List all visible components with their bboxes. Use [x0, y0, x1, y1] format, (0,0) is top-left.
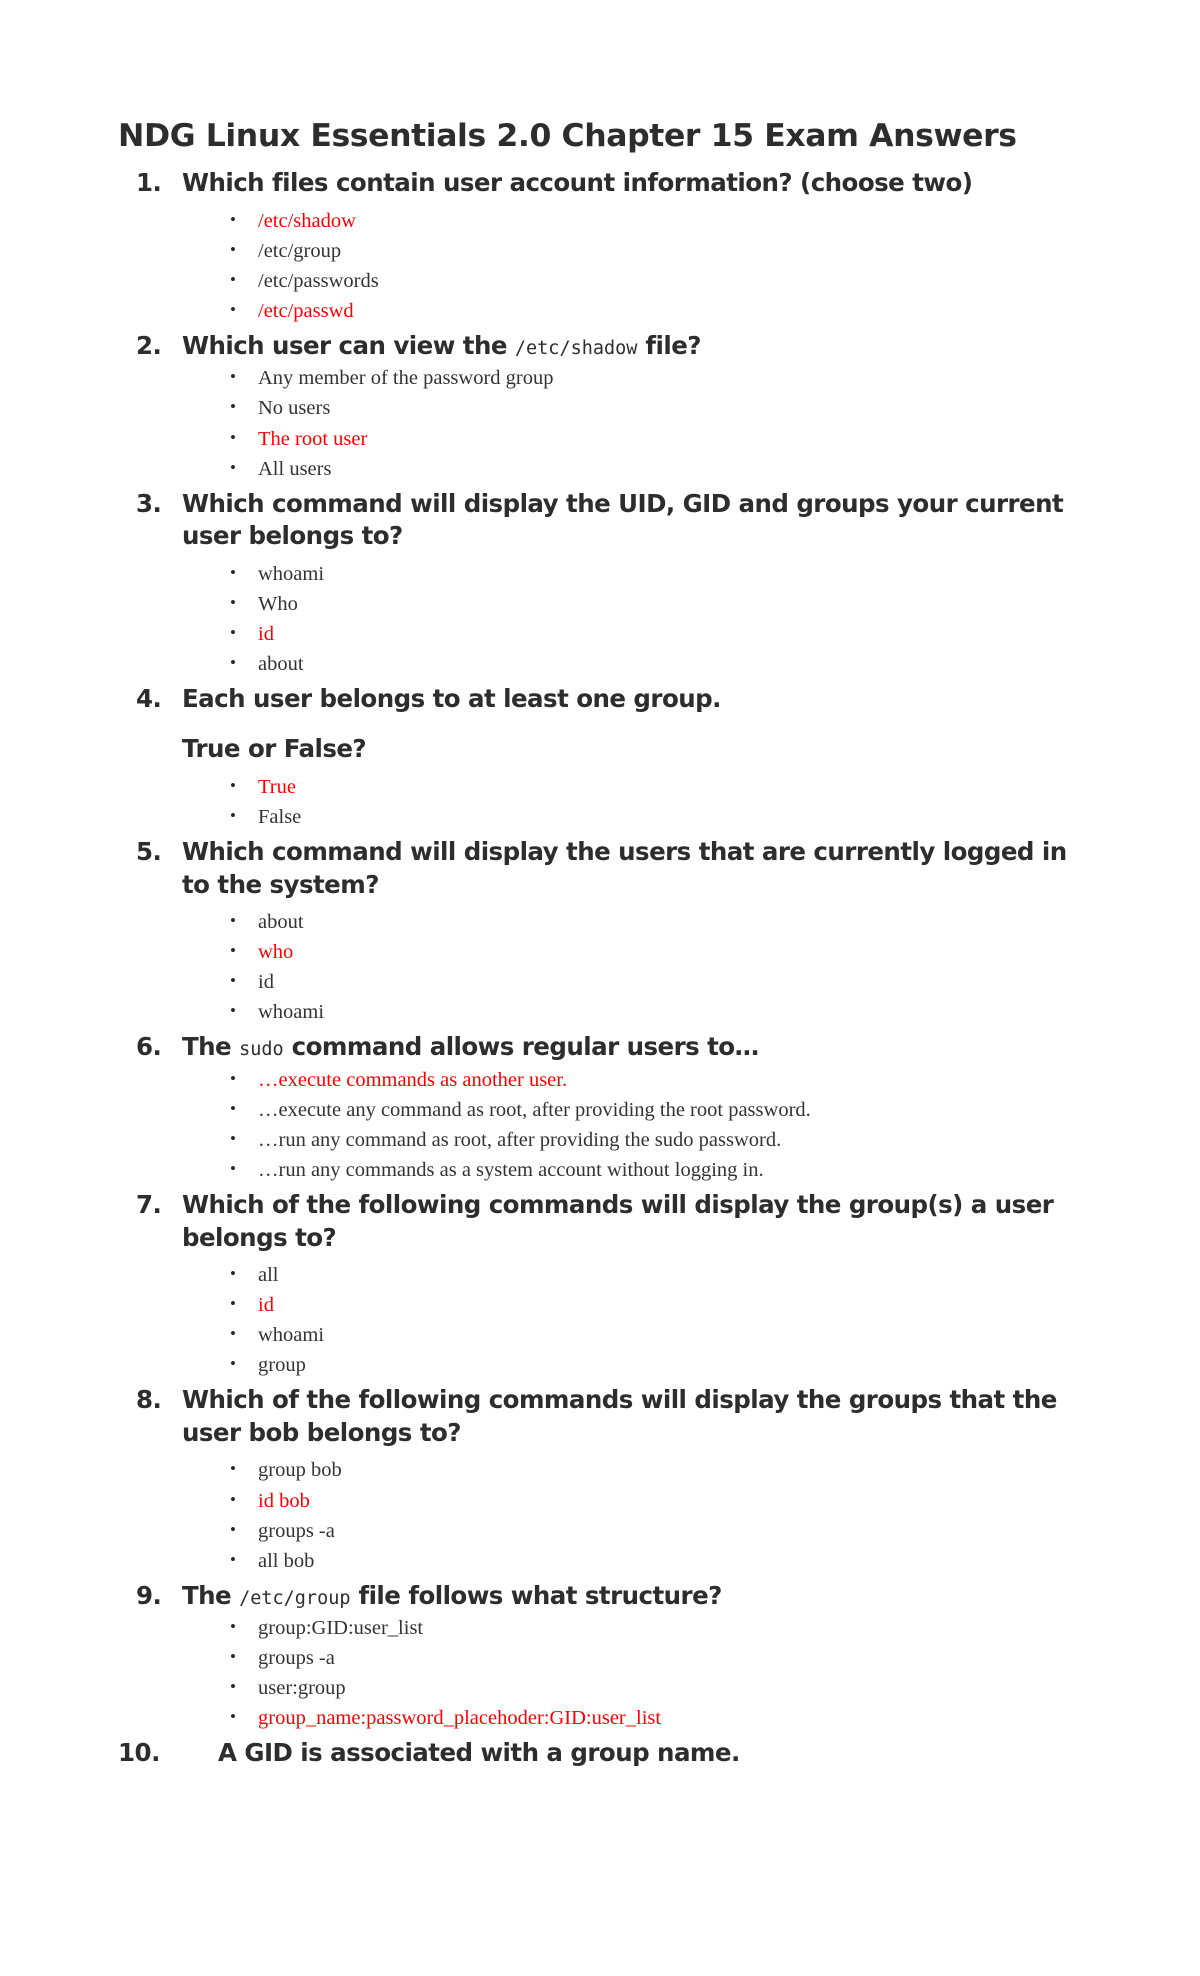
- answer-options-3: whoami Who id about: [182, 558, 1100, 679]
- question-number: 5.: [136, 837, 162, 867]
- document-page: NDG Linux Essentials 2.0 Chapter 15 Exam…: [0, 0, 1200, 1976]
- question-text: Which command will display the UID, GID …: [182, 488, 1064, 551]
- answer-options-7: all id whoami group: [182, 1259, 1100, 1380]
- question-item-6: 6. The sudo command allows regular users…: [100, 1031, 1100, 1185]
- answer-option[interactable]: about: [230, 906, 1100, 937]
- question-item-9: 9. The /etc/group file follows what stru…: [100, 1580, 1100, 1734]
- question-number: 4.: [136, 683, 162, 713]
- question-number: 2.: [136, 330, 162, 360]
- question-text-after: file follows what structure?: [350, 1580, 722, 1610]
- question-text: Which of the following commands will dis…: [182, 1385, 1057, 1447]
- answer-option[interactable]: whoami: [230, 1319, 1100, 1350]
- answer-options-8: group bob id bob groups -a all bob: [182, 1454, 1100, 1576]
- question-number: 7.: [136, 1190, 162, 1220]
- answer-option[interactable]: All users: [230, 453, 1100, 484]
- question-item-10: 10. A GID is associated with a group nam…: [100, 1737, 1100, 1770]
- question-item-7: 7. Which of the following commands will …: [100, 1189, 1100, 1380]
- question-text: Each user belongs to at least one group.: [182, 683, 721, 713]
- question-text-before: Which user can view the: [182, 330, 515, 360]
- answer-option[interactable]: …run any commands as a system account wi…: [230, 1154, 1100, 1185]
- question-text: Which of the following commands will dis…: [182, 1190, 1054, 1252]
- exam-question-list: 1. Which files contain user account info…: [100, 167, 1100, 1770]
- answer-option[interactable]: Any member of the password group: [230, 362, 1100, 393]
- question-text-after: file?: [637, 330, 701, 360]
- question-item-8: 8. Which of the following commands will …: [100, 1384, 1100, 1575]
- question-text: Which user can view the /etc/shadow file…: [182, 330, 1100, 363]
- answer-option[interactable]: whoami: [230, 558, 1100, 589]
- question-text: Which files contain user account informa…: [182, 168, 973, 198]
- inline-code: /etc/group: [239, 1587, 351, 1609]
- question-text-secondary: True or False?: [182, 734, 367, 764]
- answer-option[interactable]: groups -a: [230, 1642, 1100, 1673]
- question-number: 9.: [136, 1580, 162, 1610]
- answer-option[interactable]: id bob: [230, 1485, 1100, 1516]
- answer-option[interactable]: …execute any command as root, after prov…: [230, 1094, 1100, 1125]
- answer-option[interactable]: group bob: [230, 1454, 1100, 1485]
- question-text: The sudo command allows regular users to…: [182, 1031, 1100, 1064]
- answer-option[interactable]: all: [230, 1259, 1100, 1290]
- answer-option[interactable]: who: [230, 936, 1100, 967]
- answer-option[interactable]: …execute commands as another user.: [230, 1064, 1100, 1095]
- question-text: A GID is associated with a group name.: [218, 1738, 740, 1768]
- answer-option[interactable]: group: [230, 1349, 1100, 1380]
- question-item-2: 2. Which user can view the /etc/shadow f…: [100, 330, 1100, 484]
- question-item-5: 5. Which command will display the users …: [100, 836, 1100, 1027]
- answer-option[interactable]: Who: [230, 588, 1100, 619]
- answer-options-2: Any member of the password group No user…: [182, 362, 1100, 484]
- answer-option[interactable]: False: [230, 801, 1100, 832]
- answer-option[interactable]: /etc/passwd: [230, 295, 1100, 326]
- answer-option[interactable]: all bob: [230, 1545, 1100, 1576]
- question-number: 8.: [136, 1385, 162, 1415]
- question-number: 6.: [136, 1032, 162, 1062]
- answer-options-1: /etc/shadow /etc/group /etc/passwords /e…: [182, 205, 1100, 326]
- answer-options-6: …execute commands as another user. …exec…: [182, 1064, 1100, 1185]
- answer-option[interactable]: group:GID:user_list: [230, 1612, 1100, 1643]
- answer-option[interactable]: groups -a: [230, 1515, 1100, 1546]
- answer-option[interactable]: id: [230, 966, 1100, 997]
- answer-option[interactable]: whoami: [230, 996, 1100, 1027]
- answer-option[interactable]: No users: [230, 392, 1100, 423]
- question-item-4: 4. Each user belongs to at least one gro…: [100, 683, 1100, 832]
- answer-options-4: True False: [182, 771, 1100, 832]
- answer-option[interactable]: /etc/passwords: [230, 265, 1100, 296]
- answer-option[interactable]: id: [230, 618, 1100, 649]
- answer-option[interactable]: /etc/shadow: [230, 205, 1100, 236]
- answer-option[interactable]: /etc/group: [230, 235, 1100, 266]
- question-text-before: The: [182, 1580, 240, 1610]
- answer-option[interactable]: …run any command as root, after providin…: [230, 1124, 1100, 1155]
- question-item-3: 3. Which command will display the UID, G…: [100, 488, 1100, 679]
- answer-option[interactable]: The root user: [230, 422, 1100, 454]
- question-item-1: 1. Which files contain user account info…: [100, 167, 1100, 326]
- answer-option[interactable]: about: [230, 648, 1100, 679]
- answer-option[interactable]: id: [230, 1289, 1100, 1320]
- question-number: 10.: [118, 1738, 160, 1768]
- question-number: 1.: [136, 168, 162, 198]
- inline-code: /etc/shadow: [514, 337, 638, 359]
- answer-options-5: about who id whoami: [182, 906, 1100, 1027]
- inline-code: sudo: [239, 1039, 284, 1061]
- question-text-before: The: [182, 1032, 240, 1062]
- question-text: Which command will display the users tha…: [182, 837, 1067, 899]
- question-number: 3.: [136, 488, 162, 518]
- question-text-after: command allows regular users to…: [283, 1032, 759, 1062]
- answer-option[interactable]: True: [230, 771, 1100, 802]
- answer-option[interactable]: group_name:password_placehoder:GID:user_…: [230, 1702, 1100, 1733]
- answer-options-9: group:GID:user_list groups -a user:group…: [182, 1612, 1100, 1733]
- page-title: NDG Linux Essentials 2.0 Chapter 15 Exam…: [118, 118, 1017, 154]
- question-text: The /etc/group file follows what structu…: [182, 1580, 1100, 1613]
- answer-option[interactable]: user:group: [230, 1672, 1100, 1703]
